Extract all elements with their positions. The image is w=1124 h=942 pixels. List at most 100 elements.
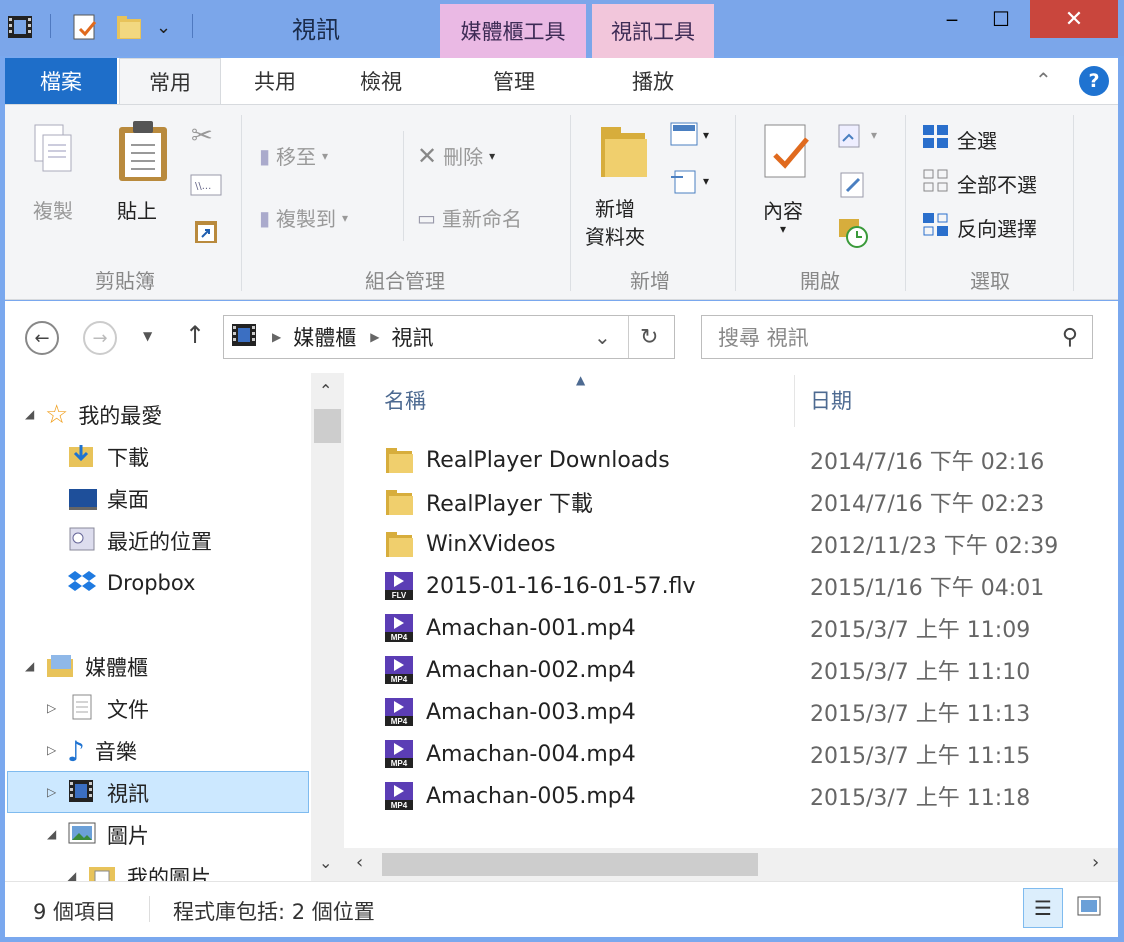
downloads-folder-icon: [67, 441, 97, 474]
properties-icon: [759, 121, 815, 192]
invert-selection-icon: [921, 211, 951, 244]
select-all-button[interactable]: 全選: [921, 123, 997, 156]
history-icon[interactable]: [837, 215, 871, 254]
file-name: Amachan-001.mp4: [426, 615, 636, 641]
column-header-date[interactable]: 日期: [810, 385, 852, 415]
nav-music[interactable]: ♪ 音樂: [67, 731, 137, 771]
tab-home[interactable]: 常用: [119, 58, 221, 105]
nav-recent-places[interactable]: 最近的位置: [67, 521, 212, 561]
properties-quick-icon[interactable]: [70, 10, 100, 44]
tab-play[interactable]: 播放: [593, 58, 713, 104]
file-row[interactable]: MP4 Amachan-004.mp4 2015/3/7 上午 11:15: [344, 733, 1118, 775]
expand-pictures-icon[interactable]: ◢: [47, 827, 56, 841]
minimize-ribbon-icon[interactable]: ⌃: [1035, 68, 1052, 92]
nav-my-pictures[interactable]: 我的圖片: [87, 857, 211, 881]
svg-text:▾: ▾: [703, 128, 709, 142]
edit-icon[interactable]: [837, 169, 869, 206]
easy-access-icon[interactable]: ▾: [669, 167, 717, 200]
paste-shortcut-icon[interactable]: [193, 217, 219, 250]
new-folder-button[interactable]: 新增 資料夾: [585, 195, 645, 251]
large-icons-view-button[interactable]: [1069, 888, 1109, 928]
breadcrumb-separator-icon[interactable]: ▶: [272, 330, 281, 344]
move-to-button[interactable]: ▮ 移至 ▾: [259, 141, 328, 170]
nav-downloads[interactable]: 下載: [67, 437, 149, 477]
help-icon[interactable]: ?: [1079, 66, 1109, 96]
copy-path-icon[interactable]: \\...: [189, 173, 223, 204]
new-item-icon[interactable]: ▾: [669, 121, 717, 153]
folder-icon: [384, 445, 414, 475]
expand-music-icon[interactable]: ▷: [47, 743, 56, 757]
nav-scroll-thumb[interactable]: [314, 409, 341, 443]
invert-selection-button[interactable]: 反向選擇: [921, 211, 1037, 244]
file-row[interactable]: MP4 Amachan-003.mp4 2015/3/7 上午 11:13: [344, 691, 1118, 733]
copy-to-button[interactable]: ▮ 複製到 ▾: [259, 203, 348, 232]
move-to-label: 移至: [276, 145, 317, 169]
rename-icon: ▭: [417, 205, 436, 230]
h-scroll-thumb[interactable]: [382, 853, 758, 876]
up-button[interactable]: ↑: [185, 321, 205, 349]
cut-icon[interactable]: ✂: [191, 121, 213, 151]
group-label-open: 開啟: [800, 269, 840, 293]
nav-favorites[interactable]: ☆ 我的最愛: [45, 395, 162, 435]
file-name: WinXVideos: [426, 531, 556, 557]
file-row[interactable]: MP4 Amachan-002.mp4 2015/3/7 上午 11:10: [344, 649, 1118, 691]
scroll-down-icon[interactable]: ⌄: [319, 853, 332, 872]
expand-videos-icon[interactable]: ▷: [47, 785, 56, 799]
breadcrumb-libraries[interactable]: 媒體櫃: [293, 322, 356, 352]
maximize-button[interactable]: ☐: [976, 0, 1026, 38]
nav-scrollbar[interactable]: ⌃ ⌄: [311, 373, 344, 881]
scroll-left-icon[interactable]: ‹: [356, 852, 363, 873]
customize-toolbar-icon[interactable]: ⌄: [156, 10, 171, 44]
expand-favorites-icon[interactable]: ◢: [25, 407, 34, 421]
nav-desktop[interactable]: 桌面: [67, 479, 149, 519]
back-button[interactable]: ←: [25, 321, 59, 355]
file-row[interactable]: MP4 Amachan-001.mp4 2015/3/7 上午 11:09: [344, 607, 1118, 649]
details-view-button[interactable]: ☰: [1023, 888, 1063, 928]
tab-view[interactable]: 檢視: [331, 58, 431, 104]
open-icon[interactable]: ▾: [835, 121, 887, 156]
select-none-button[interactable]: 全部不選: [921, 167, 1037, 200]
file-row[interactable]: RealPlayer 下載 2014/7/16 下午 02:23: [344, 481, 1118, 523]
search-input[interactable]: 搜尋 視訊 ⚲: [701, 315, 1093, 359]
file-row[interactable]: MP4 Amachan-005.mp4 2015/3/7 上午 11:18: [344, 775, 1118, 817]
nav-favorites-label: 我的最愛: [78, 404, 163, 428]
scroll-up-icon[interactable]: ⌃: [319, 381, 332, 400]
paste-button[interactable]: 貼上: [117, 195, 157, 224]
file-name: Amachan-003.mp4: [426, 699, 636, 725]
invert-selection-label: 反向選擇: [957, 217, 1037, 241]
minimize-button[interactable]: ‒: [928, 0, 976, 38]
delete-button[interactable]: ✕ 刪除 ▾: [417, 141, 495, 170]
expand-libraries-icon[interactable]: ◢: [25, 659, 34, 673]
address-dropdown-icon[interactable]: ⌄: [594, 325, 611, 349]
file-row[interactable]: FLV 2015-01-16-16-01-57.flv 2015/1/16 下午 0…: [344, 565, 1118, 607]
address-bar[interactable]: ▶ 媒體櫃 ▶ 視訊 ⌄ ↻: [223, 315, 675, 359]
breadcrumb-videos[interactable]: 視訊: [391, 322, 433, 352]
refresh-icon[interactable]: ↻: [640, 325, 658, 350]
rename-button[interactable]: ▭ 重新命名: [417, 203, 522, 232]
properties-button[interactable]: 內容 ▾: [763, 195, 803, 235]
nav-pictures[interactable]: 圖片: [67, 815, 149, 855]
expand-my-pictures-icon[interactable]: ◢: [67, 869, 76, 881]
tab-file[interactable]: 檔案: [5, 58, 117, 104]
breadcrumb-separator-icon[interactable]: ▶: [370, 330, 379, 344]
tab-manage[interactable]: 管理: [441, 58, 587, 104]
horizontal-scrollbar[interactable]: ‹ ›: [344, 848, 1118, 881]
scroll-right-icon[interactable]: ›: [1092, 852, 1099, 873]
nav-documents[interactable]: 文件: [67, 689, 149, 729]
file-row[interactable]: RealPlayer Downloads 2014/7/16 下午 02:16: [344, 439, 1118, 481]
forward-button[interactable]: →: [83, 321, 117, 355]
column-header-name[interactable]: 名稱: [384, 385, 426, 415]
new-folder-quick-icon[interactable]: [114, 10, 144, 44]
file-date: 2015/3/7 上午 11:10: [810, 660, 1031, 685]
pictures-icon: [67, 819, 97, 852]
copy-button[interactable]: 複製: [33, 195, 73, 224]
file-row[interactable]: WinXVideos 2012/11/23 下午 02:39: [344, 523, 1118, 565]
nav-videos[interactable]: 視訊: [67, 773, 149, 813]
item-count: 9 個項目: [33, 900, 117, 924]
recent-locations-icon[interactable]: ▼: [143, 329, 152, 343]
expand-documents-icon[interactable]: ▷: [47, 701, 56, 715]
close-button[interactable]: ✕: [1030, 0, 1118, 38]
nav-libraries[interactable]: 媒體櫃: [45, 647, 148, 687]
nav-dropbox[interactable]: Dropbox: [67, 563, 195, 603]
tab-share[interactable]: 共用: [227, 58, 323, 104]
